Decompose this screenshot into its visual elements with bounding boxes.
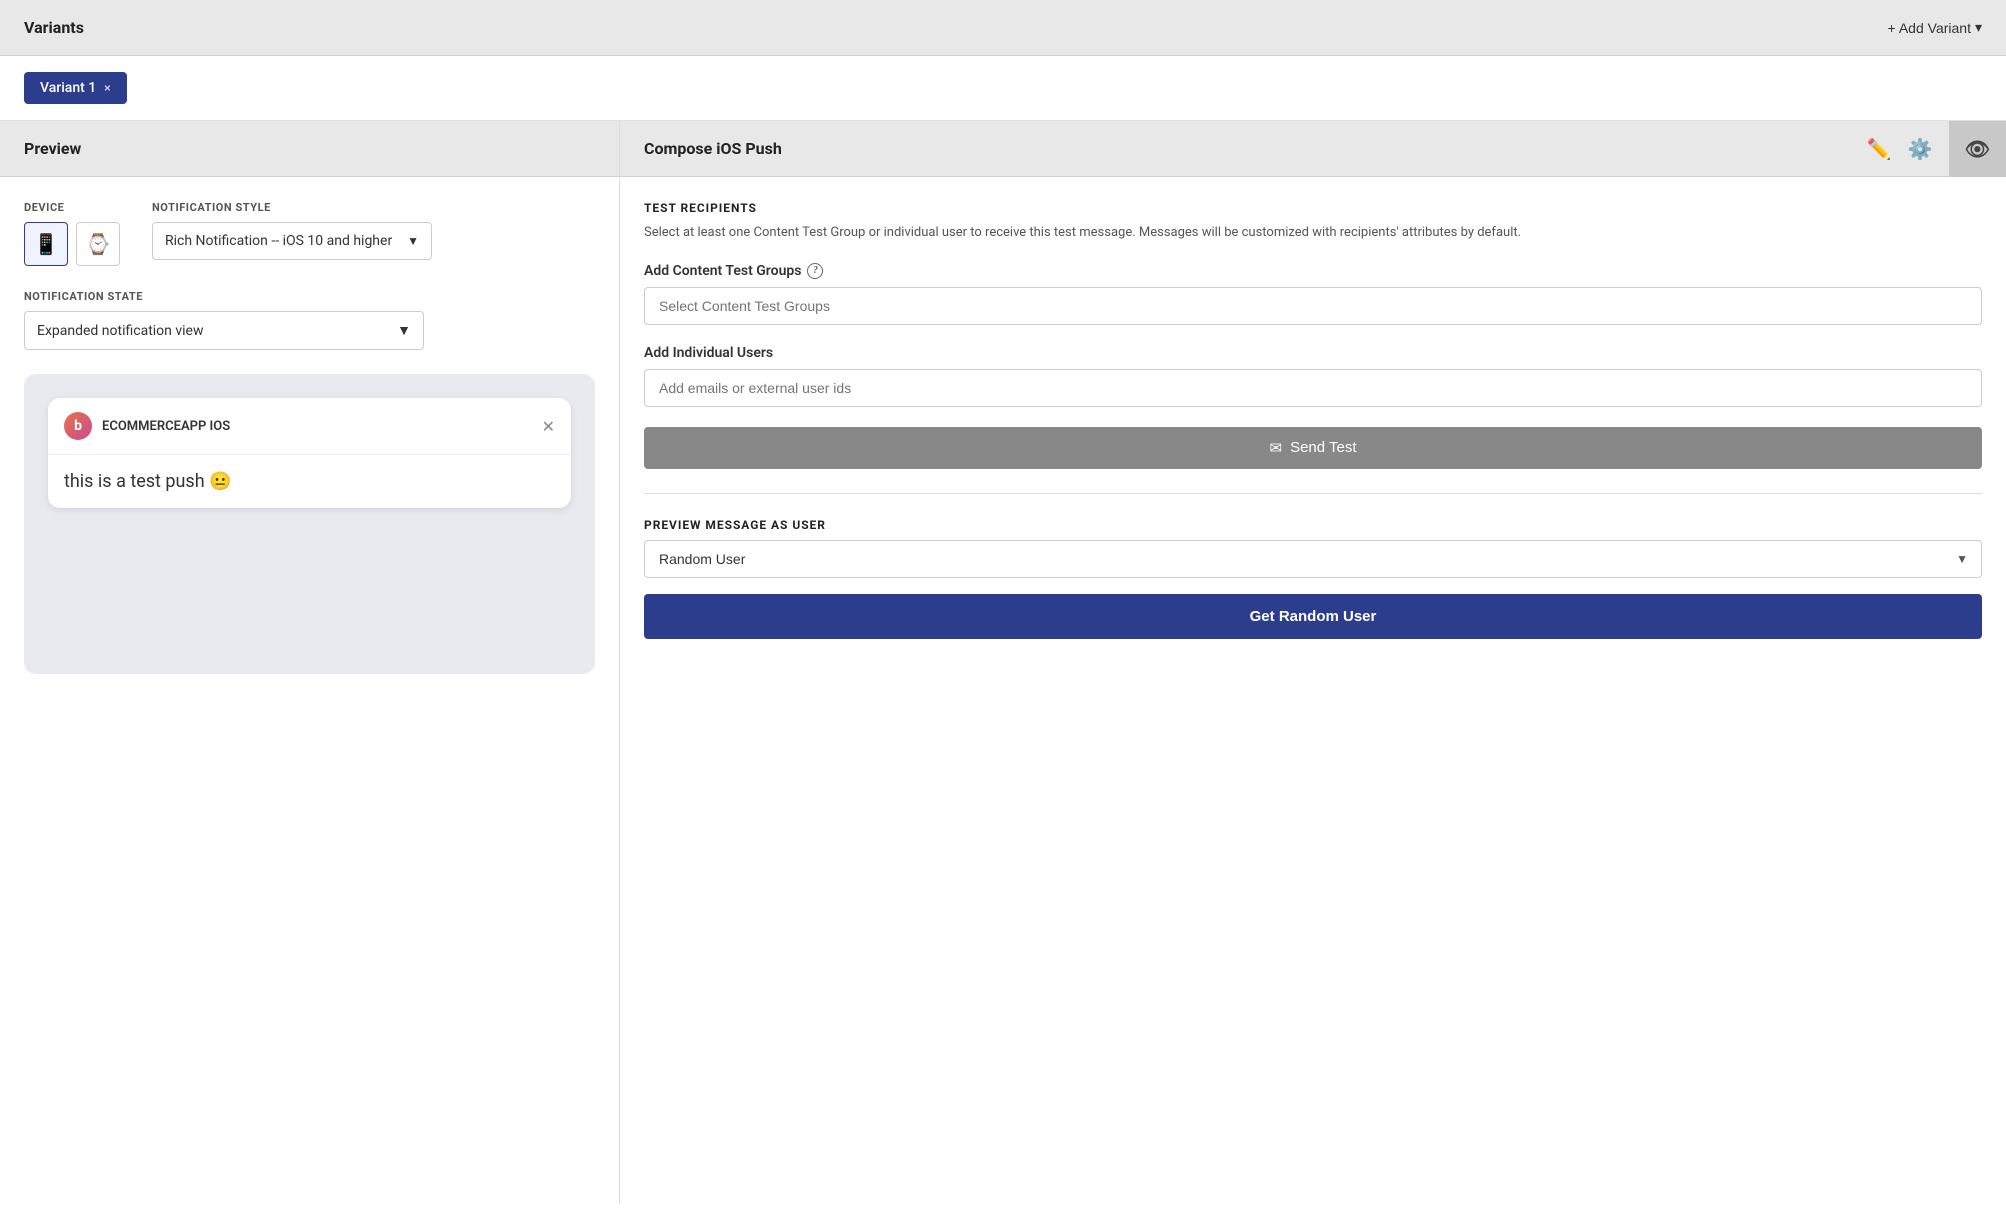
- watch-device-button[interactable]: ⌚: [76, 222, 120, 266]
- compose-body: TEST RECIPIENTS Select at least one Cont…: [620, 177, 2006, 1204]
- notification-state-label: NOTIFICATION STATE: [24, 290, 595, 303]
- preview-title: Preview: [24, 139, 81, 158]
- individual-users-input[interactable]: [644, 369, 1982, 407]
- content-test-groups-label: Add Content Test Groups ?: [644, 263, 1982, 279]
- phone-icon: 📱: [34, 232, 59, 257]
- notification-state-group: NOTIFICATION STATE Expanded notification…: [24, 290, 595, 350]
- send-test-button[interactable]: ✉ Send Test: [644, 427, 1982, 469]
- section-divider: [644, 493, 1982, 494]
- test-recipients-title: TEST RECIPIENTS: [644, 201, 1982, 215]
- compose-header-icons: ✏️ ⚙️ 👁: [1867, 137, 1982, 161]
- add-variant-label: + Add Variant: [1888, 20, 1971, 36]
- notification-style-select[interactable]: Rich Notification -- iOS 10 and higher ▼: [152, 222, 432, 260]
- user-select-wrapper: Random User ▼: [644, 540, 1982, 578]
- chevron-down-icon: ▼: [407, 234, 419, 248]
- notification-state-value: Expanded notification view: [37, 323, 204, 339]
- test-recipients-section: TEST RECIPIENTS Select at least one Cont…: [644, 201, 1982, 639]
- get-random-user-label: Get Random User: [1250, 608, 1377, 625]
- envelope-icon: ✉: [1269, 439, 1282, 457]
- test-recipients-description: Select at least one Content Test Group o…: [644, 223, 1982, 243]
- notification-style-control: NOTIFICATION STYLE Rich Notification -- …: [152, 201, 432, 260]
- device-label: DEVICE: [24, 201, 120, 214]
- add-variant-button[interactable]: + Add Variant ▾: [1888, 19, 1982, 36]
- preview-user-section: PREVIEW MESSAGE AS USER Random User ▼ Ge…: [644, 518, 1982, 639]
- controls-row: DEVICE 📱 ⌚ NOTIFICATION STYLE Rich Notif…: [24, 201, 595, 266]
- preview-user-select[interactable]: Random User: [644, 540, 1982, 578]
- preview-body: DEVICE 📱 ⌚ NOTIFICATION STYLE Rich Notif…: [0, 177, 619, 1204]
- notification-card: b ECOMMERCEAPP IOS ✕ this is a test push…: [48, 398, 571, 508]
- compose-panel: Compose iOS Push ✏️ ⚙️ 👁 TEST RECIPIENTS…: [620, 121, 2006, 1204]
- device-icons: 📱 ⌚: [24, 222, 120, 266]
- variants-title: Variants: [24, 18, 84, 37]
- variant-1-label: Variant 1: [40, 80, 96, 96]
- app-icon-letter: b: [74, 418, 82, 434]
- notification-body: this is a test push 😐: [48, 455, 571, 508]
- compose-title: Compose iOS Push: [644, 139, 782, 158]
- compose-header: Compose iOS Push ✏️ ⚙️ 👁: [620, 121, 2006, 177]
- notification-style-label: NOTIFICATION STYLE: [152, 201, 432, 214]
- content-test-groups-help-icon[interactable]: ?: [807, 263, 823, 279]
- get-random-user-button[interactable]: Get Random User: [644, 594, 1982, 639]
- variant-1-close-icon[interactable]: ×: [104, 81, 110, 95]
- notification-state-select[interactable]: Expanded notification view ▼: [24, 311, 424, 350]
- content-test-groups-input[interactable]: [644, 287, 1982, 325]
- preview-message-title: PREVIEW MESSAGE AS USER: [644, 518, 1982, 532]
- gear-icon[interactable]: ⚙️: [1908, 137, 1933, 161]
- phone-device-button[interactable]: 📱: [24, 222, 68, 266]
- notification-style-value: Rich Notification -- iOS 10 and higher: [165, 233, 392, 249]
- content-test-groups-field: Add Content Test Groups ?: [644, 263, 1982, 325]
- device-control: DEVICE 📱 ⌚: [24, 201, 120, 266]
- main-layout: Preview DEVICE 📱 ⌚ NOTIFI: [0, 121, 2006, 1204]
- individual-users-label: Add Individual Users: [644, 345, 1982, 361]
- preview-panel: Preview DEVICE 📱 ⌚ NOTIFI: [0, 121, 620, 1204]
- pencil-icon[interactable]: ✏️: [1867, 137, 1892, 161]
- variant-1-tab[interactable]: Variant 1 ×: [24, 72, 127, 104]
- notification-header: b ECOMMERCEAPP IOS ✕: [48, 398, 571, 455]
- eye-icon[interactable]: 👁: [1965, 137, 1990, 161]
- notification-message: this is a test push 😐: [64, 471, 232, 492]
- preview-header: Preview: [0, 121, 619, 177]
- individual-users-field: Add Individual Users: [644, 345, 1982, 407]
- eye-tab[interactable]: 👁: [1949, 121, 2006, 177]
- variants-bar: Variants + Add Variant ▾: [0, 0, 2006, 56]
- chevron-down-icon: ▾: [1975, 19, 1982, 36]
- variant-tabs-area: Variant 1 ×: [0, 56, 2006, 121]
- app-name: ECOMMERCEAPP IOS: [102, 419, 542, 434]
- app-icon: b: [64, 412, 92, 440]
- send-test-label: Send Test: [1290, 439, 1356, 456]
- chevron-down-icon: ▼: [397, 322, 411, 339]
- phone-preview-area: b ECOMMERCEAPP IOS ✕ this is a test push…: [24, 374, 595, 674]
- watch-icon: ⌚: [86, 232, 111, 257]
- notification-close-icon[interactable]: ✕: [542, 417, 555, 436]
